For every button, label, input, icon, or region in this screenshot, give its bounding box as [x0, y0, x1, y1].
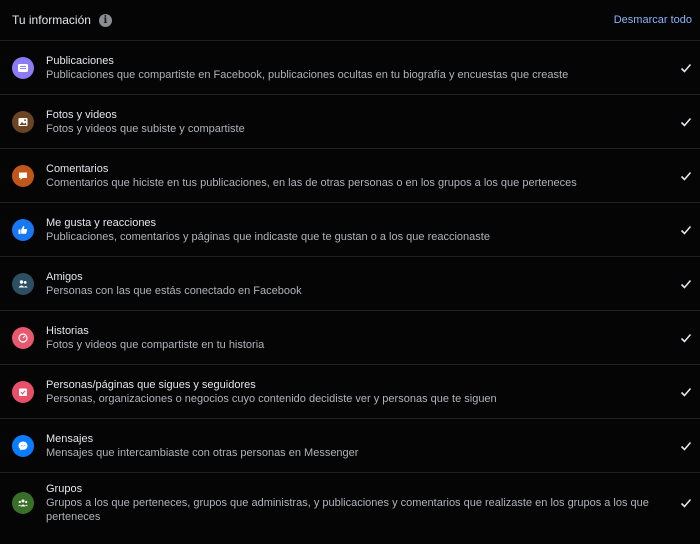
item-description: Personas, organizaciones o negocios cuyo…	[46, 392, 497, 405]
item-description: Personas con las que estás conectado en …	[46, 284, 302, 297]
info-icon[interactable]: i	[98, 13, 112, 27]
checkmark-icon[interactable]	[680, 497, 692, 509]
item-title: Amigos	[46, 270, 83, 283]
checkmark-icon[interactable]	[680, 224, 692, 236]
checkmark-icon[interactable]	[680, 440, 692, 452]
item-title: Mensajes	[46, 432, 94, 445]
list-item-seguidores[interactable]: Personas/páginas que sigues y seguidores…	[0, 364, 700, 418]
item-description: Mensajes que intercambiaste con otras pe…	[46, 446, 359, 459]
list-item-amigos[interactable]: Amigos Personas con las que estás conect…	[0, 256, 700, 310]
friends-icon	[12, 272, 34, 295]
list-item-publicaciones[interactable]: Publicaciones Publicaciones que comparti…	[0, 40, 700, 94]
item-title: Personas/páginas que sigues y seguidores	[46, 378, 256, 391]
your-information-panel: Tu información i Desmarcar todo Publicac…	[0, 0, 700, 544]
item-title: Comentarios	[46, 162, 109, 175]
messenger-icon	[12, 434, 34, 457]
item-description: Publicaciones, comentarios y páginas que…	[46, 230, 490, 243]
like-icon	[12, 218, 34, 241]
item-title: Grupos	[46, 482, 83, 495]
item-title: Historias	[46, 324, 89, 337]
header: Tu información i Desmarcar todo	[0, 0, 700, 40]
stories-icon	[12, 326, 34, 349]
information-list: Publicaciones Publicaciones que comparti…	[0, 40, 700, 532]
checkmark-icon[interactable]	[680, 386, 692, 398]
page-title: Tu información	[12, 13, 91, 27]
list-item-me-gusta[interactable]: Me gusta y reacciones Publicaciones, com…	[0, 202, 700, 256]
item-description: Fotos y videos que subiste y compartiste	[46, 122, 245, 135]
checkmark-icon[interactable]	[680, 332, 692, 344]
photos-icon	[12, 110, 34, 133]
unmark-all-button[interactable]: Desmarcar todo	[614, 14, 692, 26]
item-description: Grupos a los que perteneces, grupos que …	[46, 496, 649, 523]
groups-icon	[12, 491, 34, 514]
item-title: Fotos y videos	[46, 108, 117, 121]
item-title: Publicaciones	[46, 54, 114, 67]
checkmark-icon[interactable]	[680, 62, 692, 74]
list-item-mensajes[interactable]: Mensajes Mensajes que intercambiaste con…	[0, 418, 700, 472]
checkmark-icon[interactable]	[680, 116, 692, 128]
checkmark-icon[interactable]	[680, 170, 692, 182]
list-item-fotos-videos[interactable]: Fotos y videos Fotos y videos que subist…	[0, 94, 700, 148]
posts-icon	[12, 56, 34, 79]
item-title: Me gusta y reacciones	[46, 216, 157, 229]
checkmark-icon[interactable]	[680, 278, 692, 290]
list-item-grupos[interactable]: Grupos Grupos a los que perteneces, grup…	[0, 472, 700, 532]
following-icon	[12, 380, 34, 403]
list-item-historias[interactable]: Historias Fotos y videos que compartiste…	[0, 310, 700, 364]
comments-icon	[12, 164, 34, 187]
list-item-comentarios[interactable]: Comentarios Comentarios que hiciste en t…	[0, 148, 700, 202]
item-description: Comentarios que hiciste en tus publicaci…	[46, 176, 577, 189]
item-description: Fotos y videos que compartiste en tu his…	[46, 338, 265, 351]
item-description: Publicaciones que compartiste en Faceboo…	[46, 68, 569, 81]
